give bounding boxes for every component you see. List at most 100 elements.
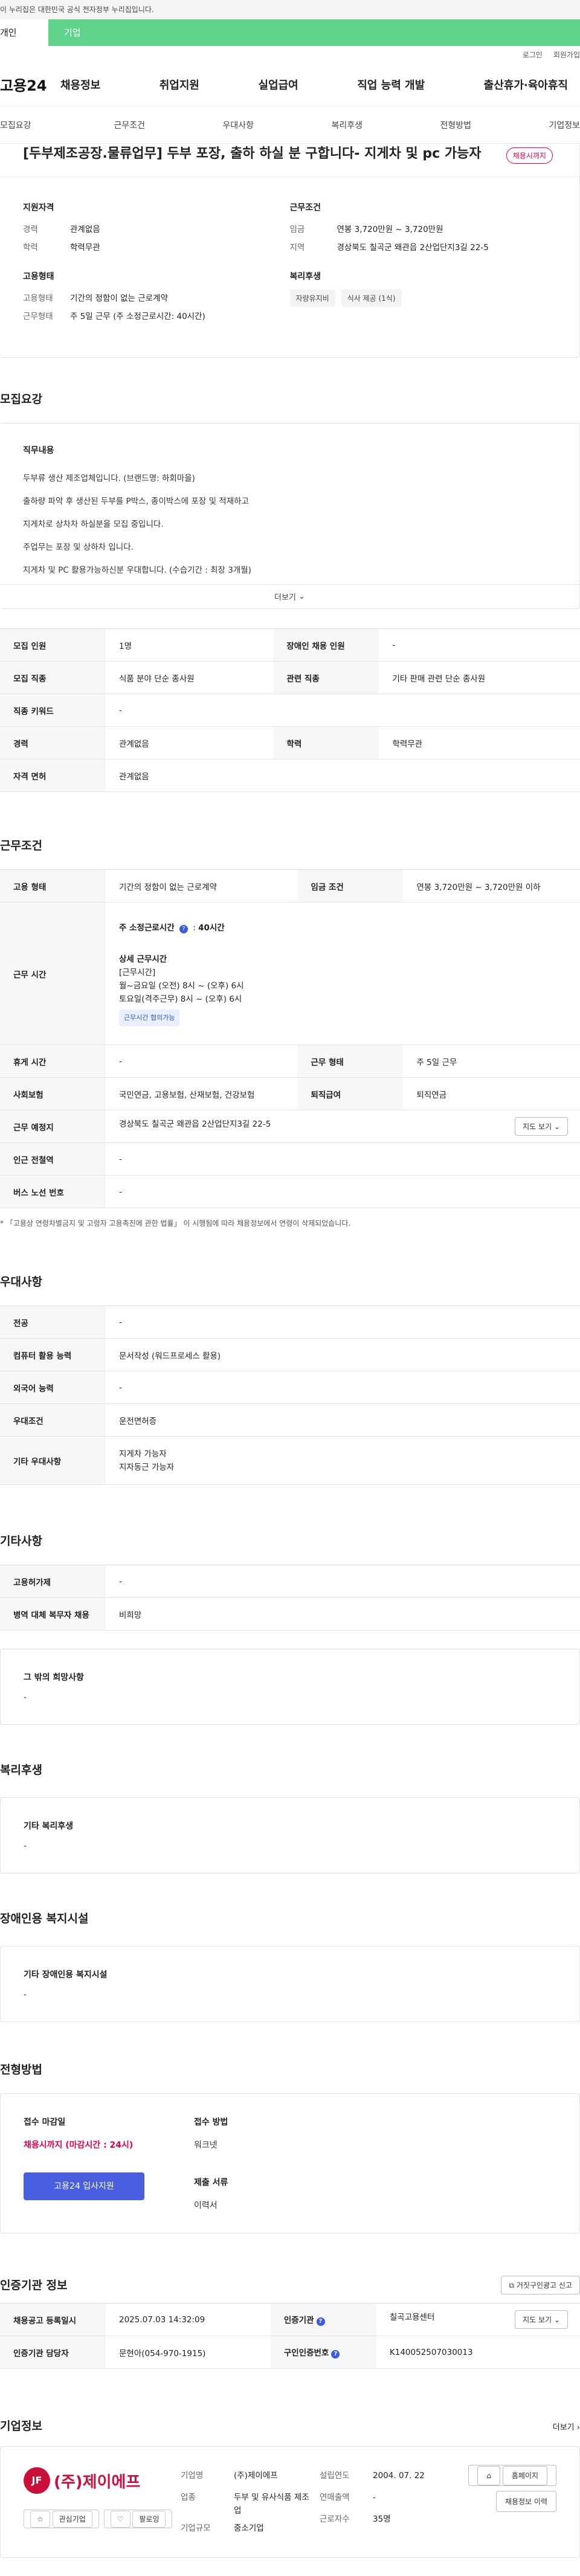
company-section: 기업정보 더보기 › JF (주)제이에프 ☆ 관심기업 ♡ 팔로잉 기업명 (주)… xyxy=(0,2417,580,2558)
favorite-label: 관심기업 xyxy=(52,2511,92,2528)
tab-process[interactable]: 전형방법 xyxy=(440,119,471,131)
signup-link[interactable]: 회원가입 xyxy=(553,50,580,60)
gnb-item[interactable]: 취업지원 xyxy=(147,77,211,92)
logo-text: (주)제이에프 xyxy=(54,2473,141,2491)
table-row: 자격 면허 관계없음 xyxy=(0,759,580,792)
row-value: 2025.07.03 14:32:09 xyxy=(106,2303,271,2336)
company-logo: JF (주)제이에프 xyxy=(24,2467,181,2494)
recruit-section: 모집요강 직무내용 두부류 생산 제조업체입니다. (브랜드명: 하회마을) 출… xyxy=(0,390,580,792)
row-label: 모집 인원 xyxy=(0,628,106,662)
tab-welfare[interactable]: 복리후생 xyxy=(331,119,362,131)
card-label: 그 밖의 희망사항 xyxy=(24,1673,84,1682)
job-title: [두부제조공장.물류업무] 두부 포장, 출하 하실 분 구합니다- 지게차 및… xyxy=(23,146,482,161)
chevron-right-icon: › xyxy=(576,2423,580,2432)
table-row: 고용 형태 기간의 정함이 없는 근로계약 임금 조건 연봉 3,720만원 ~… xyxy=(0,869,580,903)
follow-button[interactable]: ♡ 팔로잉 xyxy=(103,2510,173,2528)
row-label: 외국어 능력 xyxy=(0,1371,106,1404)
gnb-item[interactable]: 채용정보 xyxy=(48,77,112,92)
section-title: 복리후생 xyxy=(0,1763,42,1777)
value: 중소기업 xyxy=(234,2523,264,2533)
label: 연매출액 xyxy=(320,2493,350,2502)
row-label: 채용공고 등록일시 xyxy=(0,2303,106,2336)
hours-negotiable-badge: 근무시간 협의가능 xyxy=(119,1009,180,1026)
apply-button[interactable]: 고용24 입사지원 xyxy=(24,2172,144,2200)
site-logo[interactable]: 고용24 xyxy=(0,74,48,95)
row-label: 고용 형태 xyxy=(0,869,106,903)
num-label: 구인인증번호 xyxy=(283,2348,329,2358)
process-card: 접수 마감일 채용시까지 (마감시간 : 24시) 고용24 입사지원 접수 방… xyxy=(0,2093,580,2233)
welfare-chip: 식사 제공 (1식) xyxy=(341,289,402,307)
map-button[interactable]: 지도 보기 ⌄ xyxy=(515,2310,568,2329)
row-value: 비희망 xyxy=(106,1597,580,1631)
process-section: 전형방법 접수 마감일 채용시까지 (마감시간 : 24시) 고용24 입사지원… xyxy=(0,2061,580,2233)
row-label: 버스 노선 번호 xyxy=(0,1175,106,1208)
tab-pref[interactable]: 우대사항 xyxy=(222,119,254,131)
status-badge: 채용시까지 xyxy=(506,147,553,164)
row-value: - xyxy=(106,1175,580,1208)
pref-section: 우대사항 전공 - 컴퓨터 활용 능력 문서작성 (워드프로세스 활용) 외국어 능… xyxy=(0,1273,580,1485)
card-label: 제출 서류 xyxy=(194,2178,228,2188)
gnb-item[interactable]: 실업급여 xyxy=(246,77,311,92)
duty-line: 출하량 파악 후 생산된 두부를 P박스, 종이박스에 포장 및 적재하고 xyxy=(23,497,249,506)
label: 기업규모 xyxy=(181,2523,211,2533)
login-link[interactable]: 로그인 xyxy=(523,50,543,60)
row-value: 주 5일 근무 xyxy=(403,1045,580,1078)
detail-hours-label: 상세 근무시간 xyxy=(119,954,167,964)
util-links: 로그인 회원가입 xyxy=(0,46,580,63)
value: 주 5일 근무 (주 소정근로시간: 40시간) xyxy=(70,312,205,321)
user-type-tabs: 개인 기업 xyxy=(0,19,580,46)
etc-table: 고용허가제 - 병역 대체 복무자 채용 비희망 xyxy=(0,1565,580,1631)
homepage-button[interactable]: ⌂ 홈페이지 xyxy=(468,2465,556,2486)
deadline-value: 채용시까지 (마감시간 : 24시) xyxy=(24,2140,134,2150)
agency-org-cell: 칠곡고용센터 지도 보기 ⌄ xyxy=(376,2303,580,2336)
label: 지역 xyxy=(289,243,305,253)
label: 근무형태 xyxy=(23,312,53,321)
tab-company[interactable]: 기업 xyxy=(48,19,580,46)
row-label: 사회보험 xyxy=(0,1077,106,1110)
map-button[interactable]: 지도 보기 ⌄ xyxy=(515,1117,568,1136)
section-title: 우대사항 xyxy=(0,1275,42,1289)
row-label: 자격 면허 xyxy=(0,759,106,792)
row-value: 지게차 가능자 지자동근 가능자 xyxy=(106,1436,580,1485)
tab-work[interactable]: 근무조건 xyxy=(114,119,145,131)
duty-line: 주업무는 포장 및 상하차 입니다. xyxy=(23,543,134,552)
info-icon[interactable]: ? xyxy=(179,924,188,933)
history-button[interactable]: 채용정보 이력 xyxy=(495,2491,556,2512)
info-icon[interactable]: ? xyxy=(316,2317,325,2326)
value: 경상북도 칠곡군 왜관읍 2산업단지3길 22-5 xyxy=(337,243,489,253)
heart-icon: ♡ xyxy=(110,2511,130,2528)
company-more-link[interactable]: 더보기 › xyxy=(553,2421,580,2432)
report-button[interactable]: ⧉ 거짓구인광고 신고 xyxy=(501,2276,580,2294)
time-line: 월~금요일 (오전) 8시 ~ (오후) 6시 xyxy=(119,980,244,991)
info-icon[interactable]: ? xyxy=(331,2350,340,2359)
gnb-item[interactable]: 직업 능력 개발 xyxy=(345,77,437,92)
section-title: 전형방법 xyxy=(0,2063,42,2076)
more-button[interactable]: 더보기 ⌄ xyxy=(0,584,579,608)
table-row: 인증기관 담당자 문현아(054-970-1915) 구인인증번호? K1400… xyxy=(0,2336,580,2369)
section-title: 장애인용 복지시설 xyxy=(0,1912,89,1925)
label: 설립연도 xyxy=(320,2471,350,2481)
age-notice: * 「고용상 연령차별금지 및 고령자 고용촉진에 관한 법률」 이 시행됨에 … xyxy=(0,1219,351,1228)
more-label: 더보기 xyxy=(552,2423,575,2432)
summary-info: 지원자격 경력 관계없음 학력 학력무관 고용형태 고용형태 기간의 정함이 없는 근… xyxy=(0,177,579,357)
table-row: 인근 전철역 - xyxy=(0,1142,580,1176)
tab-recruit[interactable]: 모집요강 xyxy=(0,119,36,131)
duty-line: 지게차로 상차차 하실분을 모집 중입니다. xyxy=(23,520,164,529)
etc-section: 기타사항 고용허가제 - 병역 대체 복무자 채용 비희망 그 밖의 희망사항 - xyxy=(0,1532,580,1725)
row-label: 인근 전철역 xyxy=(0,1142,106,1176)
summary-heading: 근무조건 xyxy=(289,203,321,213)
row-value: - xyxy=(106,1142,580,1176)
value: 35명 xyxy=(373,2514,391,2524)
favorite-button[interactable]: ☆ 관심기업 xyxy=(24,2510,99,2528)
label: 임금 xyxy=(289,225,305,234)
table-row: 모집 인원 1명 장애인 채용 인원 - xyxy=(0,628,580,662)
welfare-card: 기타 복리후생 - xyxy=(0,1797,580,1873)
time-line: [근무시간] xyxy=(119,967,156,977)
other-wish-card: 그 밖의 희망사항 - xyxy=(0,1649,580,1725)
tab-personal[interactable]: 개인 xyxy=(0,19,48,46)
tab-company[interactable]: 기업정보 xyxy=(549,119,580,131)
gnb-menu: 채용정보 취업지원 실업급여 직업 능력 개발 출산휴가·육아휴직 xyxy=(48,77,580,92)
gnb-item[interactable]: 출산휴가·육아휴직 xyxy=(472,77,580,92)
row-value: 경상북도 칠곡군 왜관읍 2산업단지3길 22-5 xyxy=(119,1119,271,1129)
card-label: 접수 마감일 xyxy=(24,2117,66,2127)
